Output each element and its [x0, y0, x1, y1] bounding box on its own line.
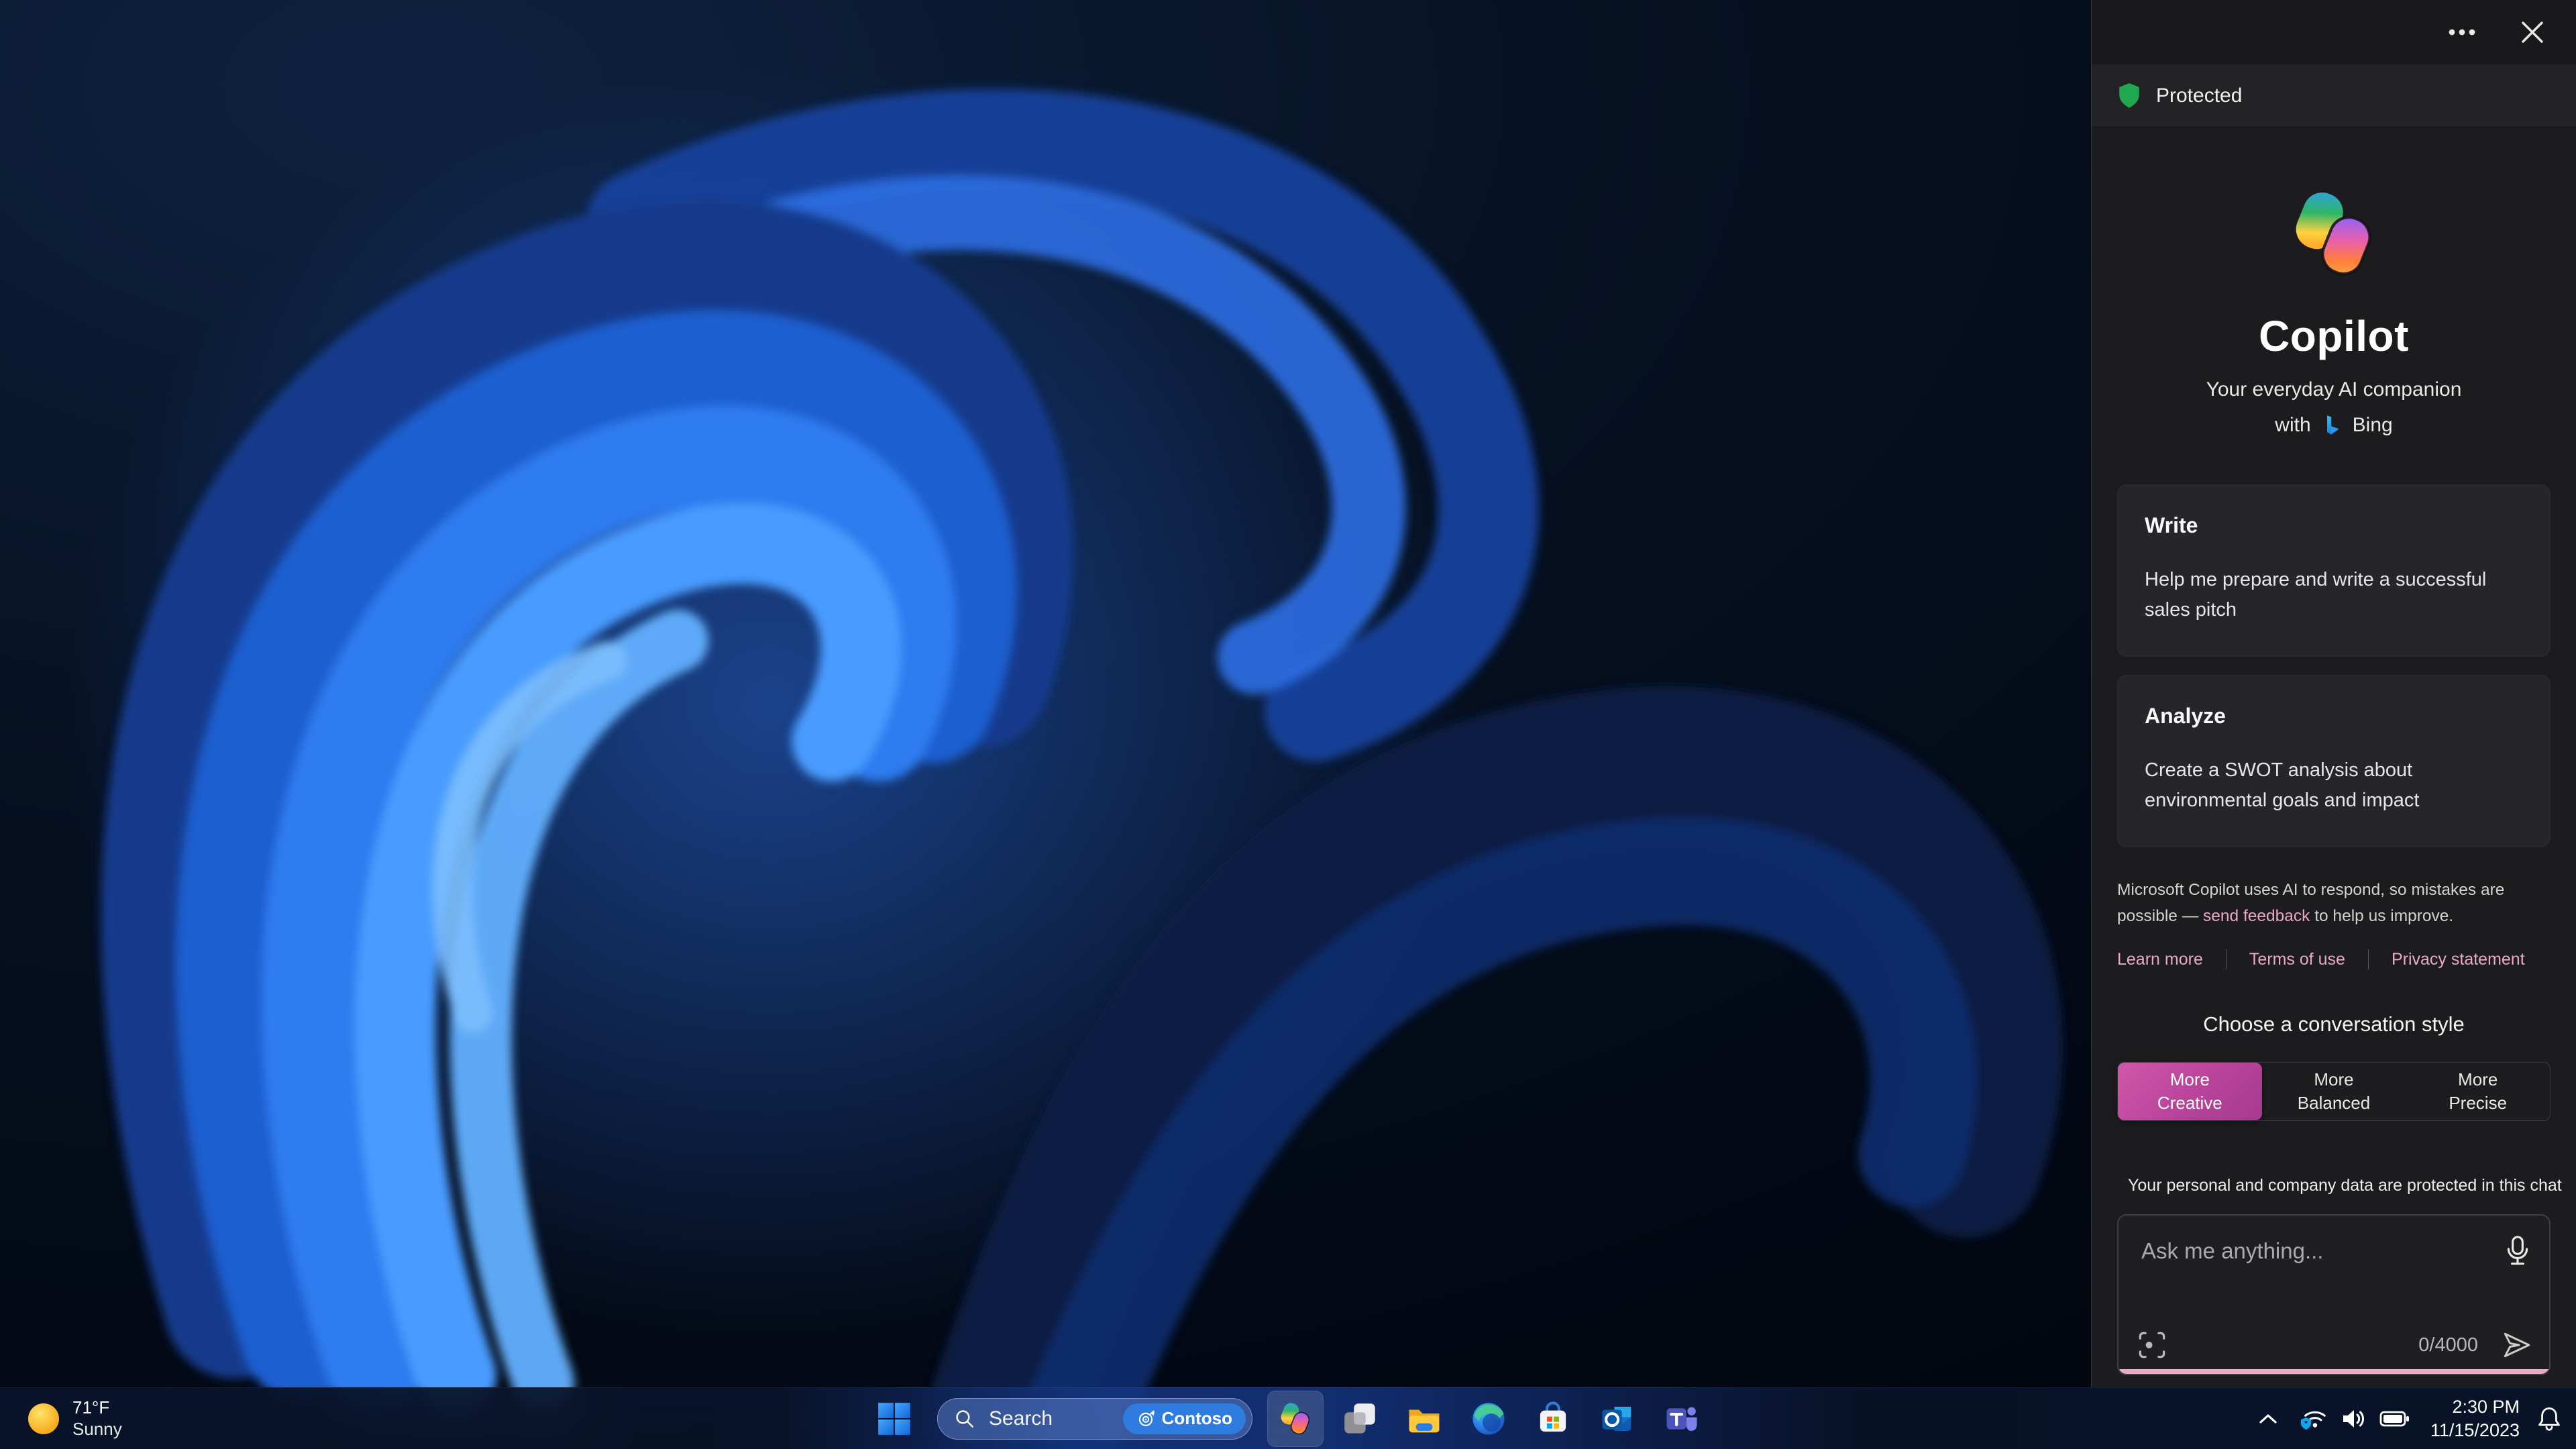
taskbar-center: Search Contoso — [866, 1388, 1710, 1449]
quick-settings[interactable] — [2295, 1400, 2414, 1438]
contoso-label: Contoso — [1161, 1408, 1232, 1428]
option-line1: More — [2458, 1069, 2498, 1090]
send-feedback-link[interactable]: send feedback — [2203, 907, 2310, 925]
option-line1: More — [2314, 1069, 2354, 1090]
search-box[interactable]: Search Contoso — [937, 1397, 1252, 1440]
mic-icon — [2507, 1236, 2528, 1265]
weather-condition: Sunny — [72, 1418, 122, 1439]
copilot-icon — [1278, 1400, 1312, 1437]
weather-temperature: 71°F — [72, 1397, 110, 1417]
edge-button[interactable] — [1460, 1391, 1517, 1447]
sun-icon — [28, 1403, 59, 1434]
search-icon — [956, 1409, 974, 1428]
close-icon — [2522, 21, 2543, 43]
tray-date: 11/15/2023 — [2430, 1419, 2520, 1440]
weather-widget[interactable]: 71°F Sunny — [16, 1388, 133, 1449]
suggestion-card-analyze[interactable]: Analyze Create a SWOT analysis about env… — [2117, 674, 2551, 847]
char-counter: 0/4000 — [2418, 1334, 2478, 1356]
style-option-more-balanced[interactable]: More Balanced — [2262, 1063, 2406, 1120]
privacy-note: Your personal and company data are prote… — [2117, 1174, 2562, 1197]
task-view-button[interactable] — [1332, 1391, 1388, 1447]
weather-text: 71°F Sunny — [72, 1397, 122, 1440]
protected-badge: Protected — [2092, 64, 2576, 127]
tray-overflow-button[interactable] — [2257, 1411, 2279, 1426]
task-view-icon — [1344, 1403, 1375, 1434]
wifi-shield-icon — [2300, 1411, 2326, 1430]
copilot-panel: Protected Copilot Your everyday AI compa… — [2091, 0, 2576, 1387]
bing-attribution: with Bing — [2275, 412, 2392, 439]
send-button[interactable] — [2501, 1330, 2532, 1360]
taskbar-copilot-button[interactable] — [1267, 1390, 1324, 1447]
target-icon — [1138, 1410, 1155, 1426]
conversation-style-toggle: More Creative More Balanced More Precise — [2117, 1062, 2551, 1122]
folder-icon — [1409, 1409, 1440, 1432]
privacy-statement-link[interactable]: Privacy statement — [2392, 950, 2525, 969]
footer-links: Learn more Terms of use Privacy statemen… — [2117, 949, 2551, 970]
start-button[interactable] — [866, 1391, 922, 1447]
option-line1: More — [2169, 1069, 2210, 1090]
style-option-more-precise[interactable]: More Precise — [2406, 1063, 2550, 1120]
chat-input[interactable] — [2118, 1216, 2549, 1323]
divider — [2367, 949, 2369, 970]
option-line2: Creative — [2157, 1093, 2222, 1114]
chevron-up-icon — [2259, 1413, 2277, 1424]
ai-disclaimer: Microsoft Copilot uses AI to respond, so… — [2117, 877, 2551, 929]
teams-button[interactable] — [1654, 1391, 1710, 1447]
search-label: Search — [989, 1407, 1053, 1430]
card-title: Analyze — [2145, 703, 2226, 728]
option-line2: Balanced — [2297, 1093, 2371, 1114]
card-body: Create a SWOT analysis about environment… — [2145, 759, 2420, 811]
panel-header — [2092, 0, 2576, 64]
system-tray: 2:30 PM 11/15/2023 — [2257, 1388, 2563, 1449]
contoso-badge: Contoso — [1122, 1403, 1246, 1434]
with-label: with — [2275, 414, 2311, 436]
copilot-subtitle: Your everyday AI companion — [2206, 378, 2462, 400]
bing-label: Bing — [2352, 414, 2393, 436]
teams-icon — [1666, 1407, 1697, 1431]
terms-of-use-link[interactable]: Terms of use — [2249, 950, 2345, 969]
style-chooser-heading: Choose a conversation style — [2203, 1012, 2465, 1036]
tray-time: 2:30 PM — [2452, 1396, 2520, 1417]
outlook-icon — [1602, 1406, 1631, 1431]
more-options-icon — [2449, 29, 2475, 36]
speaker-icon — [2343, 1409, 2364, 1428]
send-icon — [2504, 1332, 2530, 1358]
suggestion-card-write[interactable]: Write Help me prepare and write a succes… — [2117, 484, 2551, 657]
clock[interactable]: 2:30 PM 11/15/2023 — [2430, 1395, 2520, 1442]
mic-button[interactable] — [2504, 1234, 2532, 1269]
copilot-title: Copilot — [2259, 312, 2409, 360]
desktop: Protected Copilot Your everyday AI compa… — [0, 0, 2576, 1449]
input-bottom-row: 0/4000 — [2137, 1330, 2532, 1360]
bing-icon — [2326, 415, 2339, 435]
store-icon — [1540, 1401, 1566, 1432]
battery-icon — [2379, 1411, 2409, 1426]
notifications-button[interactable] — [2536, 1405, 2563, 1433]
protected-label: Protected — [2156, 84, 2243, 107]
close-button[interactable] — [2520, 19, 2545, 45]
outlook-button[interactable] — [1589, 1391, 1646, 1447]
shield-icon — [2119, 83, 2139, 108]
panel-body: Copilot Your everyday AI companion with … — [2092, 127, 2576, 1387]
taskbar: 71°F Sunny Search Contoso 2:30 PM 11/15/… — [0, 1387, 2576, 1449]
style-option-more-creative[interactable]: More Creative — [2118, 1063, 2262, 1121]
learn-more-link[interactable]: Learn more — [2117, 950, 2203, 969]
more-options-button[interactable] — [2447, 28, 2477, 37]
option-line2: Precise — [2449, 1093, 2508, 1114]
privacy-note-text: Your personal and company data are prote… — [2128, 1175, 2562, 1195]
chat-input-box: 0/4000 — [2117, 1214, 2551, 1375]
windows-start-icon — [878, 1402, 910, 1435]
card-body: Help me prepare and write a successful s… — [2145, 569, 2487, 621]
file-explorer-button[interactable] — [1396, 1391, 1452, 1447]
screenshot-button[interactable] — [2137, 1330, 2167, 1360]
card-title: Write — [2145, 513, 2198, 537]
disclaimer-text-end: to help us improve. — [2310, 906, 2454, 925]
edge-icon — [1472, 1402, 1505, 1435]
screenshot-icon — [2139, 1332, 2165, 1358]
copilot-logo — [2286, 186, 2381, 282]
store-button[interactable] — [1525, 1391, 1581, 1447]
bell-icon — [2538, 1407, 2560, 1431]
